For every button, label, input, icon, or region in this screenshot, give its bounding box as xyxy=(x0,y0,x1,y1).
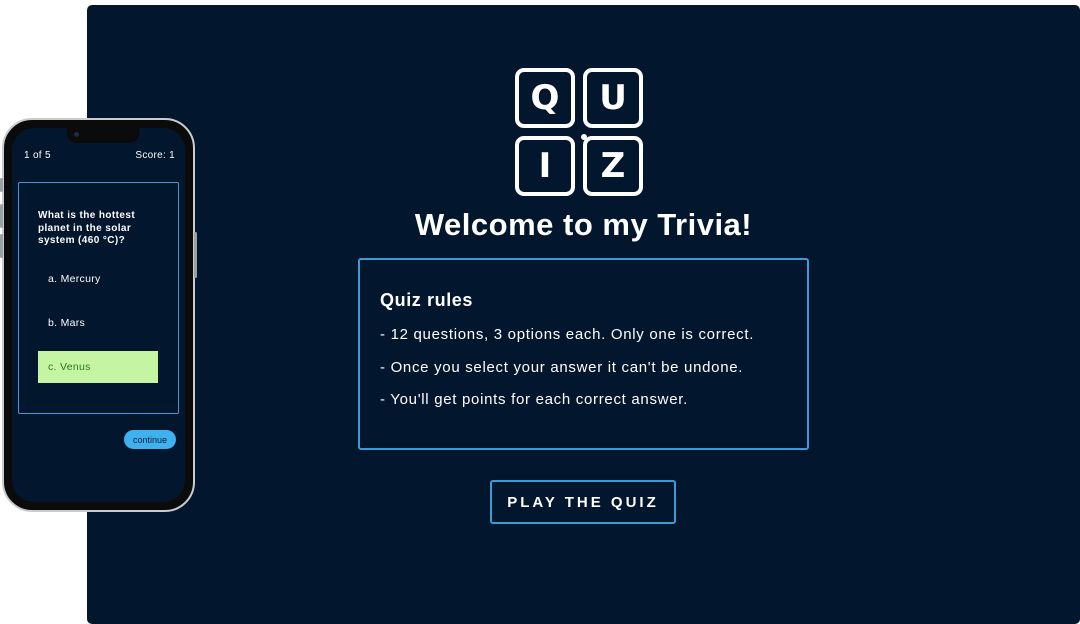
logo-tile: U xyxy=(583,68,643,128)
answer-option-venus[interactable]: c. Venus xyxy=(38,351,158,383)
logo-tile: Q xyxy=(515,68,575,128)
showcase-stage: Q U I Z Welcome to my Trivia! Quiz rules… xyxy=(0,0,1080,624)
score-display: Score: 1 xyxy=(135,150,175,161)
phone-side-button xyxy=(0,234,3,258)
page-title: Welcome to my Trivia! xyxy=(414,207,753,242)
phone-mockup: 1 of 5 Score: 1 What is the hottest plan… xyxy=(0,118,197,512)
rules-heading: Quiz rules xyxy=(380,290,474,310)
quiz-logo: Q U I Z xyxy=(515,68,653,206)
question-text: What is the hottest planet in the solar … xyxy=(38,210,136,246)
rules-panel: Quiz rules - 12 questions, 3 options eac… xyxy=(358,258,809,450)
continue-button[interactable]: continue xyxy=(124,430,176,449)
logo-center-dot xyxy=(581,134,587,140)
desktop-view: Q U I Z Welcome to my Trivia! Quiz rules… xyxy=(87,5,1080,624)
answer-option-mercury[interactable]: a. Mercury xyxy=(38,263,158,295)
question-progress: 1 of 5 xyxy=(24,150,51,161)
rule-item: - 12 questions, 3 options each. Only one… xyxy=(380,326,755,343)
phone-screen: 1 of 5 Score: 1 What is the hottest plan… xyxy=(12,128,185,502)
rule-item: - You'll get points for each correct ans… xyxy=(380,391,688,408)
phone-side-button xyxy=(0,178,3,192)
rules-list: - 12 questions, 3 options each. Only one… xyxy=(380,327,787,408)
answer-option-mars[interactable]: b. Mars xyxy=(38,307,158,339)
play-quiz-button[interactable]: PLAY THE QUIZ xyxy=(490,480,676,524)
phone-side-button xyxy=(0,204,3,228)
logo-tile: I xyxy=(515,136,575,196)
question-card: What is the hottest planet in the solar … xyxy=(18,182,179,414)
phone-side-button xyxy=(194,232,197,278)
logo-tile: Z xyxy=(583,136,643,196)
camera-icon xyxy=(74,132,79,137)
rule-item: - Once you select your answer it can't b… xyxy=(380,358,744,376)
